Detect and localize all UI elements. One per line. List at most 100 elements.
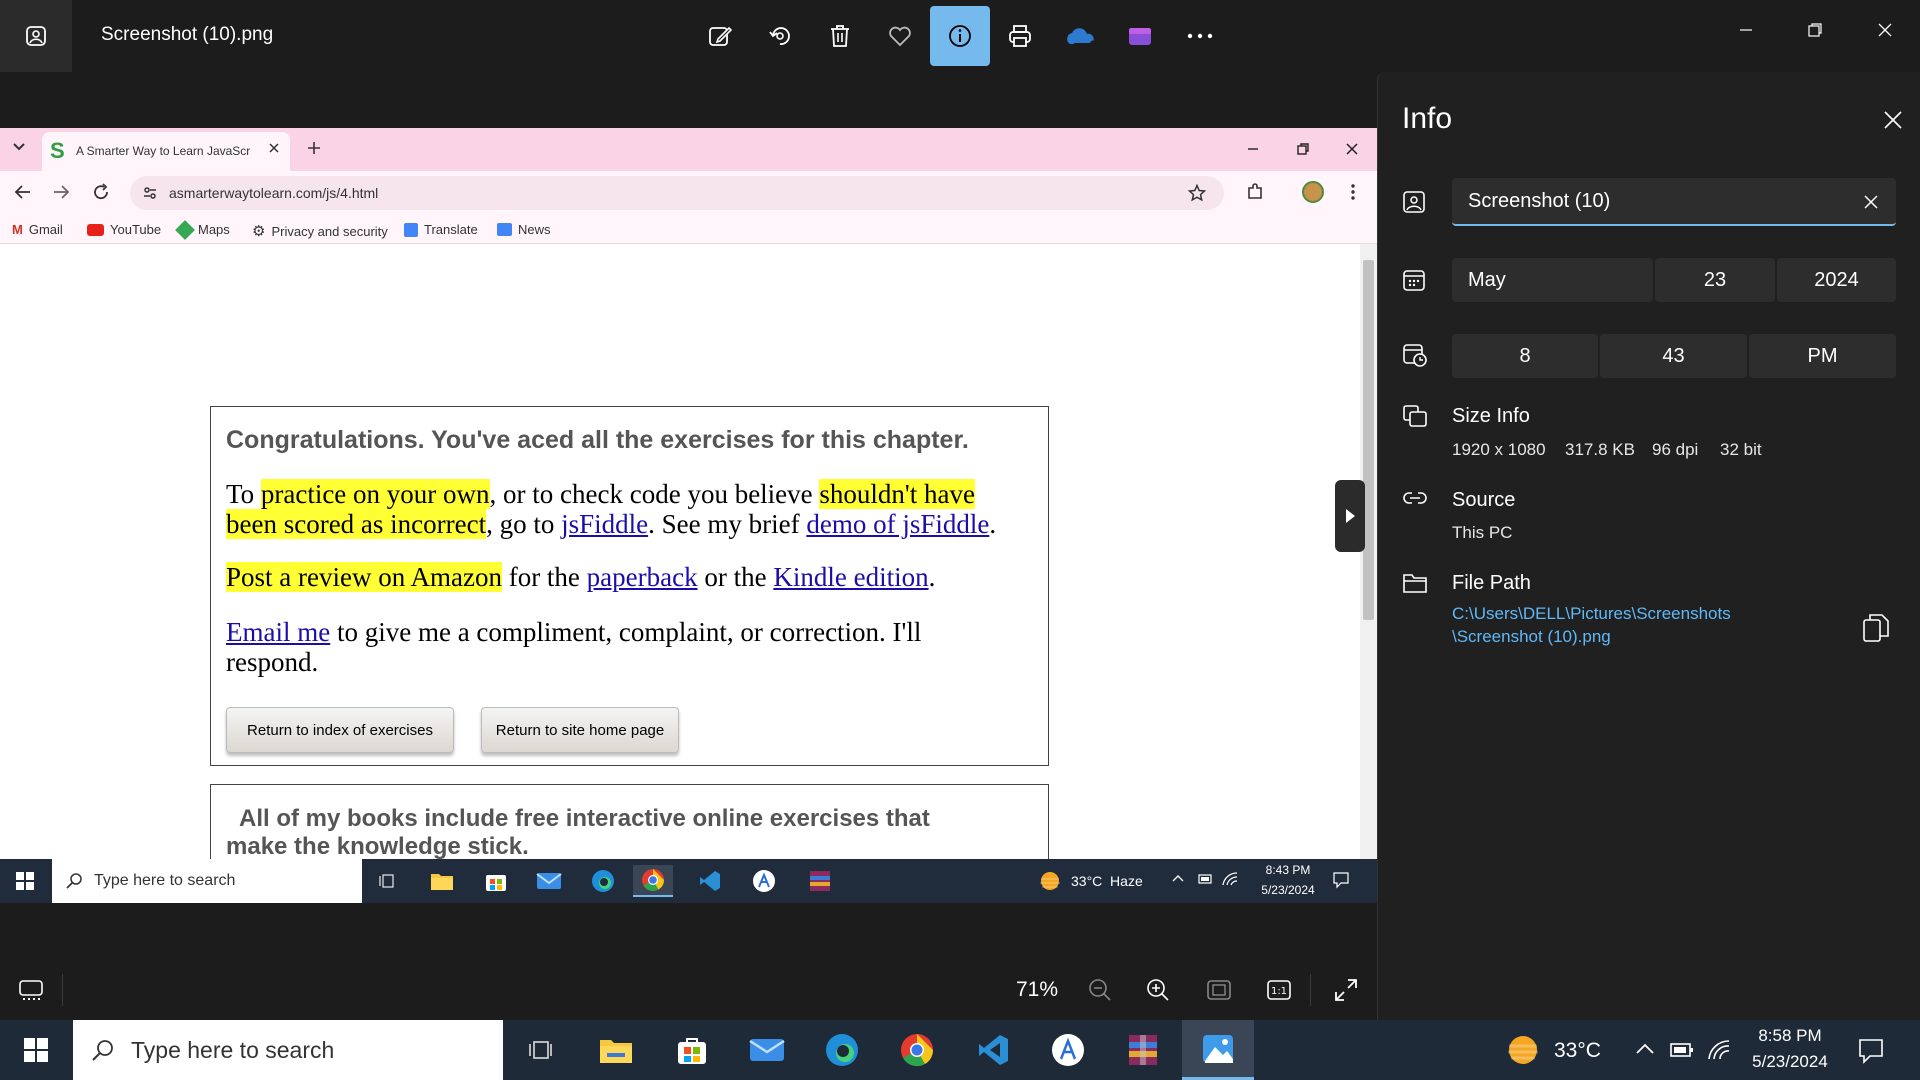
congrats-heading: Congratulations. You've aced all the exe… xyxy=(226,426,969,454)
file-name-input[interactable]: Screenshot (10) xyxy=(1452,178,1896,226)
favorite-icon[interactable] xyxy=(870,6,930,66)
date-day-select[interactable]: 23 xyxy=(1655,258,1775,302)
task-view-icon xyxy=(367,865,407,897)
displayed-image: S A Smarter Way to Learn JavaScr asmarte… xyxy=(0,128,1377,903)
app-icon[interactable] xyxy=(1040,1026,1096,1074)
bookmark-youtube: YouTube xyxy=(87,222,161,237)
highlight: Post a review on Amazon xyxy=(226,562,502,592)
temperature-text[interactable]: 33°C xyxy=(1554,1039,1601,1063)
battery-icon[interactable] xyxy=(1670,1042,1694,1058)
file-path-link-line2[interactable]: \Screenshot (10).png xyxy=(1452,627,1611,647)
minute-value: 43 xyxy=(1662,344,1685,367)
year-value: 2024 xyxy=(1814,268,1859,291)
time-ampm-select[interactable]: PM xyxy=(1749,334,1896,378)
task-view-icon[interactable] xyxy=(512,1026,568,1074)
info-icon[interactable] xyxy=(930,6,990,66)
close-info-icon[interactable] xyxy=(1883,110,1903,130)
date-year-select[interactable]: 2024 xyxy=(1777,258,1896,302)
search-placeholder: Type here to search xyxy=(94,872,236,889)
highlight: shouldn't have xyxy=(819,479,975,509)
winrar-icon xyxy=(800,865,840,897)
zoom-bar: 71% 1:1 xyxy=(0,960,1377,1020)
copy-path-icon[interactable] xyxy=(1862,613,1890,643)
full-screen-icon[interactable] xyxy=(1334,978,1358,1002)
maps-icon xyxy=(175,219,195,240)
text: to give me a compliment, complaint, or c… xyxy=(330,617,922,647)
zoom-in-icon[interactable] xyxy=(1146,978,1170,1002)
time-minute-select[interactable]: 43 xyxy=(1600,334,1747,378)
clock-calendar-icon xyxy=(1402,342,1430,370)
time-hour-select[interactable]: 8 xyxy=(1452,334,1598,378)
taskbar-search-box[interactable]: Type here to search xyxy=(73,1020,503,1080)
weather-text: 33°C Haze xyxy=(1071,873,1143,889)
text: . xyxy=(989,509,997,539)
chrome-icon[interactable] xyxy=(889,1026,945,1074)
minimize-icon[interactable] xyxy=(1716,6,1776,54)
source-value: This PC xyxy=(1452,523,1513,542)
fit-to-window-icon[interactable] xyxy=(1206,979,1232,1001)
notification-center-icon[interactable] xyxy=(1858,1038,1884,1064)
text: for the xyxy=(501,562,587,592)
text: . xyxy=(928,562,936,592)
site-info-icon xyxy=(142,185,158,201)
edge-icon[interactable] xyxy=(814,1026,870,1074)
windows-start-icon xyxy=(16,872,34,890)
close-icon[interactable] xyxy=(1855,6,1915,54)
reload-icon xyxy=(92,183,110,201)
tray-chevron-icon[interactable] xyxy=(1636,1042,1654,1056)
photos-taskbar-icon[interactable] xyxy=(1182,1020,1254,1080)
browser-close-icon xyxy=(1345,142,1359,156)
email-link: Email me xyxy=(226,617,331,647)
onedrive-icon[interactable] xyxy=(1050,6,1110,66)
rotate-icon[interactable] xyxy=(750,6,810,66)
return-index-button: Return to index of exercises xyxy=(226,707,454,753)
clear-name-icon[interactable] xyxy=(1863,194,1879,210)
clipchamp-icon[interactable] xyxy=(1110,6,1170,66)
file-name-value: Screenshot (10) xyxy=(1468,189,1611,212)
file-explorer-icon[interactable] xyxy=(588,1026,644,1074)
day-value: 23 xyxy=(1703,268,1727,291)
scroll-thumb xyxy=(1363,260,1374,620)
more-icon[interactable] xyxy=(1170,6,1230,66)
wifi-icon[interactable] xyxy=(1708,1040,1730,1060)
bit-depth: 32 bit xyxy=(1720,440,1762,459)
ms-store-icon[interactable] xyxy=(664,1026,720,1074)
weather-icon xyxy=(1506,1034,1540,1066)
new-tab-icon xyxy=(306,140,322,156)
actual-size-icon[interactable]: 1:1 xyxy=(1266,979,1292,1001)
clock-date[interactable]: 5/23/2024 xyxy=(1740,1052,1840,1072)
delete-icon[interactable] xyxy=(810,6,870,66)
edit-icon[interactable] xyxy=(690,6,750,66)
zoom-level[interactable]: 71% xyxy=(1016,978,1058,1002)
mail-icon[interactable] xyxy=(739,1026,795,1074)
start-button-icon[interactable] xyxy=(24,1038,48,1062)
tab-search-icon xyxy=(12,142,26,152)
image-dpi: 96 dpi xyxy=(1652,440,1699,459)
vscode-icon[interactable] xyxy=(965,1026,1021,1074)
page-scrollbar xyxy=(1360,244,1377,874)
file-title: Screenshot (10).png xyxy=(101,24,274,45)
filmstrip-icon[interactable] xyxy=(18,979,44,1001)
bookmark-label: Maps xyxy=(198,222,230,237)
file-path-link-line1[interactable]: C:\Users\DELL\Pictures\Screenshots xyxy=(1452,604,1731,624)
ms-store-icon xyxy=(476,865,516,897)
image-name-icon xyxy=(1402,190,1430,218)
email-paragraph: Email me to give me a compliment, compla… xyxy=(226,617,1036,677)
zoom-out-icon[interactable] xyxy=(1088,978,1112,1002)
size-info-label: Size Info xyxy=(1452,405,1530,427)
print-icon[interactable] xyxy=(990,6,1050,66)
date-month-select[interactable]: May xyxy=(1452,258,1653,302)
winrar-icon[interactable] xyxy=(1115,1026,1171,1074)
bookmark-label: YouTube xyxy=(110,222,162,237)
clock-time[interactable]: 8:58 PM xyxy=(1740,1026,1840,1046)
link-icon xyxy=(1402,490,1430,518)
restore-icon[interactable] xyxy=(1785,6,1845,54)
month-value: May xyxy=(1468,268,1506,291)
size-info-icon xyxy=(1402,404,1430,432)
inner-clock-time: 8:43 PM xyxy=(1265,863,1311,877)
title-bar: Screenshot (10).png xyxy=(0,0,1920,72)
next-image-button[interactable] xyxy=(1335,480,1365,552)
bookmark-translate: Translate xyxy=(404,222,478,237)
browser-tab: S A Smarter Way to Learn JavaScr xyxy=(42,132,290,171)
forward-icon xyxy=(52,184,70,200)
